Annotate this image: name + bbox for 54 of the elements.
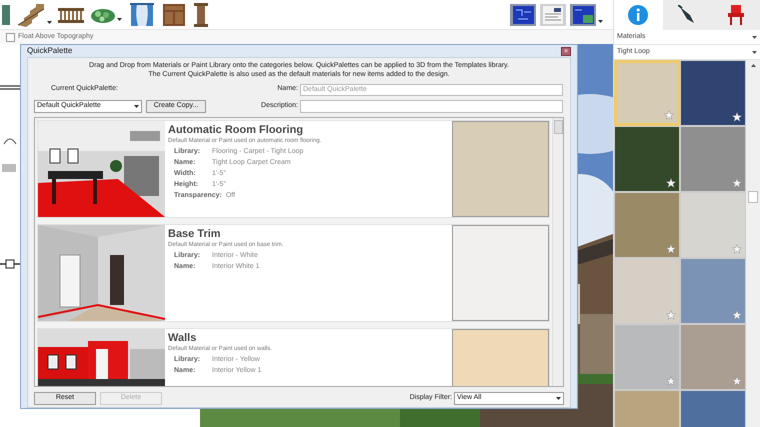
material-swatch[interactable] (614, 192, 680, 258)
material-swatch[interactable] (614, 258, 680, 324)
favorite-star-icon[interactable] (732, 376, 742, 386)
stairs-icon[interactable] (16, 2, 46, 26)
railing-icon[interactable] (58, 6, 84, 22)
caret-icon (752, 50, 757, 54)
float-checkbox[interactable] (6, 32, 15, 42)
panel-tab[interactable] (662, 0, 712, 30)
favorite-star-icon[interactable] (666, 244, 676, 254)
caret-icon (117, 18, 122, 20)
caret-icon (752, 36, 757, 38)
panel-tab[interactable] (711, 0, 760, 30)
elevation-view-icon[interactable] (570, 4, 596, 26)
scrollbar-thumb[interactable] (554, 120, 562, 134)
floor-plan-icon[interactable] (510, 4, 536, 26)
description-field[interactable] (300, 100, 563, 112)
dialog-title: QuickPalette (27, 45, 72, 57)
material-swatch[interactable] (680, 126, 746, 192)
scroll-up-icon[interactable] (750, 64, 756, 67)
favorite-star-icon[interactable] (664, 110, 674, 120)
caret-icon (598, 20, 603, 22)
favorite-star-icon[interactable] (732, 112, 742, 122)
pen-icon (678, 5, 696, 25)
caret-icon (47, 20, 52, 24)
info-icon (628, 5, 648, 25)
cabinet-icon[interactable] (162, 2, 186, 26)
chair-icon (728, 5, 744, 25)
favorite-star-icon[interactable] (666, 376, 676, 386)
column-icon[interactable] (194, 2, 208, 26)
favorite-star-icon[interactable] (732, 244, 742, 254)
material-swatch[interactable] (614, 126, 680, 192)
favorite-star-icon[interactable] (666, 310, 676, 320)
favorite-star-icon[interactable] (732, 310, 742, 320)
favorite-star-icon[interactable] (666, 178, 676, 188)
category-title: Automatic Room Flooring (168, 123, 304, 137)
material-swatch[interactable] (614, 324, 680, 390)
material-swatch[interactable] (680, 324, 746, 390)
caret-icon (556, 396, 561, 400)
material-swatch[interactable] (680, 258, 746, 324)
scrollbar-thumb[interactable] (748, 191, 758, 203)
document-icon[interactable] (540, 4, 566, 26)
category-title: Base Trim (168, 227, 222, 241)
curtain-window-icon[interactable] (130, 2, 154, 26)
material-swatch[interactable] (680, 192, 746, 258)
caret-icon (134, 104, 139, 108)
toolbar-icon[interactable] (2, 4, 10, 24)
material-swatch[interactable] (680, 60, 746, 126)
scrollbar[interactable] (552, 118, 563, 386)
favorite-star-icon[interactable] (732, 178, 742, 188)
scrollbar[interactable] (746, 60, 760, 427)
material-swatch[interactable] (452, 121, 549, 217)
material-swatch[interactable] (452, 225, 549, 321)
category-title: Walls (168, 331, 198, 345)
material-swatch[interactable] (614, 60, 680, 126)
